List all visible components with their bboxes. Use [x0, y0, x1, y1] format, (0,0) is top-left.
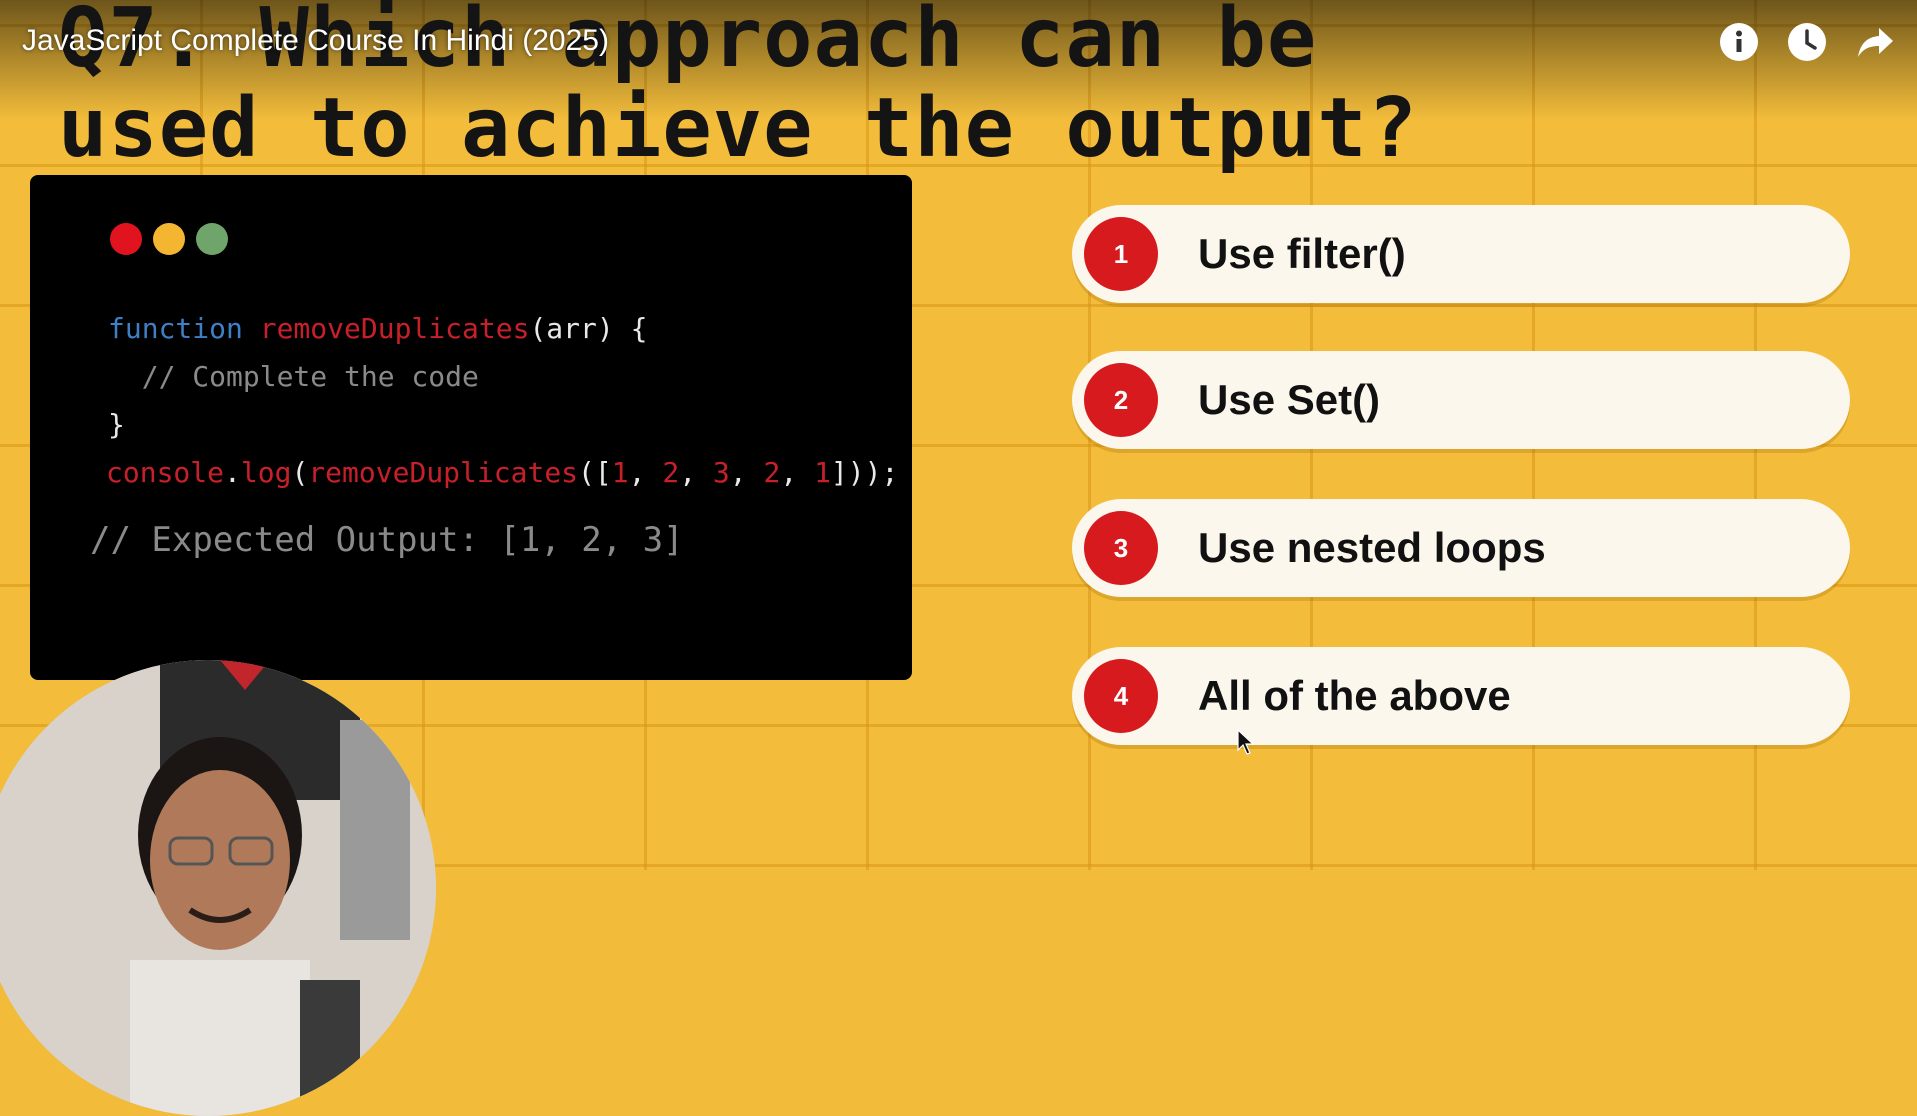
code-number: 1	[814, 456, 831, 489]
option-2: 2 Use Set()	[1072, 351, 1850, 449]
code-keyword: function	[108, 312, 243, 345]
code-line-4: console.log(removeDuplicates([1, 2, 3, 2…	[76, 449, 898, 497]
code-line-2: // Complete the code	[108, 360, 479, 393]
option-text: Use filter()	[1198, 230, 1406, 277]
code-method: log	[240, 456, 292, 489]
watch-later-icon[interactable]	[1787, 22, 1827, 62]
option-text: Use Set()	[1198, 376, 1381, 423]
option-1: 1 Use filter()	[1072, 205, 1850, 303]
window-controls	[110, 223, 228, 255]
code-object: console	[106, 456, 225, 489]
code-number: 2	[763, 456, 781, 489]
code-sep: ,	[729, 456, 764, 489]
option-number-badge: 1	[1084, 217, 1158, 291]
green-dot-icon	[196, 223, 228, 255]
option-number-badge: 3	[1084, 511, 1158, 585]
code-line-1: function removeDuplicates(arr) {	[76, 305, 898, 353]
option-3: 3 Use nested loops	[1072, 499, 1850, 597]
option-text: Use nested loops	[1198, 524, 1546, 571]
share-icon[interactable]	[1855, 22, 1895, 62]
video-title[interactable]: JavaScript Complete Course In Hindi (202…	[22, 24, 609, 58]
option-number-badge: 2	[1084, 363, 1158, 437]
option-text: All of the above	[1198, 672, 1511, 719]
code-number: 2	[662, 456, 680, 489]
info-icon[interactable]	[1719, 22, 1759, 62]
code-dot: .	[224, 456, 241, 489]
code-paren: (	[291, 456, 309, 489]
expected-output-comment: // Expected Output: [1, 2, 3]	[90, 520, 684, 560]
code-sep: ,	[780, 456, 815, 489]
option-4: 4 All of the above	[1072, 647, 1850, 745]
code-sep: ,	[628, 456, 663, 489]
code-function-name: removeDuplicates	[259, 312, 530, 345]
code-number: 3	[712, 456, 730, 489]
mouse-cursor-icon	[1237, 729, 1255, 755]
option-number-badge: 4	[1084, 659, 1158, 733]
code-bracket: ([	[578, 456, 612, 489]
red-dot-icon	[110, 223, 142, 255]
presenter-webcam	[0, 660, 436, 1116]
code-window: function removeDuplicates(arr) { // Comp…	[30, 175, 912, 680]
code-block: function removeDuplicates(arr) { // Comp…	[76, 305, 898, 497]
question-line-2: used to achieve the output?	[58, 81, 1418, 176]
code-sep: ,	[679, 456, 713, 489]
code-call-name: removeDuplicates	[308, 456, 579, 489]
code-number: 1	[611, 456, 629, 489]
yellow-dot-icon	[153, 223, 185, 255]
presenter-image	[0, 660, 436, 1116]
code-params: (arr) {	[529, 312, 648, 345]
code-end: ]));	[830, 456, 899, 489]
code-line-3: }	[108, 408, 125, 441]
player-top-controls	[1719, 22, 1895, 62]
